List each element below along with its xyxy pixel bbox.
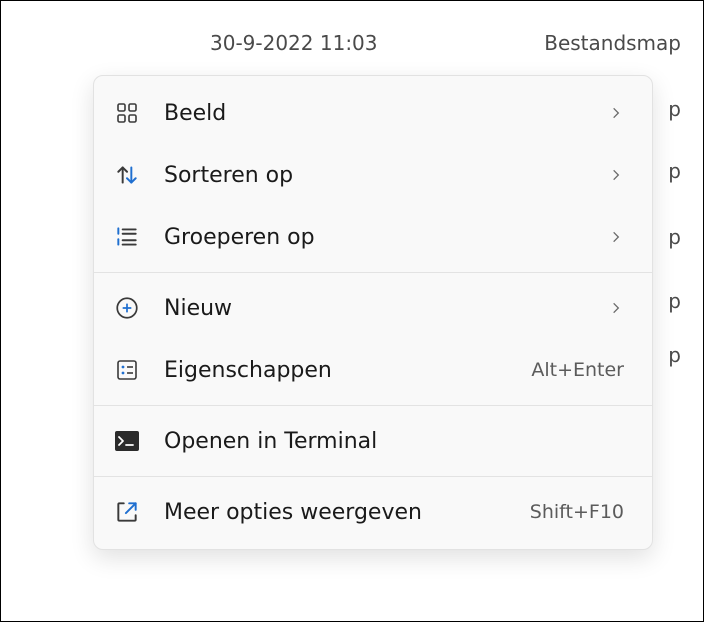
chevron-right-icon xyxy=(604,106,628,120)
menu-item-view[interactable]: Beeld xyxy=(94,82,652,144)
menu-label: Sorteren op xyxy=(164,163,604,188)
more-options-icon xyxy=(112,497,142,527)
menu-label: Openen in Terminal xyxy=(164,429,628,454)
menu-shortcut: Shift+F10 xyxy=(530,501,624,523)
plus-circle-icon xyxy=(112,293,142,323)
file-type-partial: p xyxy=(668,97,681,121)
menu-item-new[interactable]: Nieuw xyxy=(94,277,652,339)
sort-icon xyxy=(112,160,142,190)
menu-label: Eigenschappen xyxy=(164,358,531,383)
context-menu: Beeld Sorteren op xyxy=(93,75,653,550)
menu-separator xyxy=(94,405,652,406)
menu-separator xyxy=(94,272,652,273)
properties-icon xyxy=(112,355,142,385)
terminal-icon xyxy=(112,426,142,456)
menu-label: Meer opties weergeven xyxy=(164,500,530,525)
file-type-partial: p xyxy=(668,289,681,313)
file-type-partial: p xyxy=(668,225,681,249)
file-type: Bestandsmap xyxy=(544,31,681,55)
menu-item-terminal[interactable]: Openen in Terminal xyxy=(94,410,652,472)
group-icon xyxy=(112,222,142,252)
menu-item-more-options[interactable]: Meer opties weergeven Shift+F10 xyxy=(94,481,652,543)
chevron-right-icon xyxy=(604,168,628,182)
view-icon xyxy=(112,98,142,128)
chevron-right-icon xyxy=(604,230,628,244)
menu-separator xyxy=(94,476,652,477)
menu-item-sort[interactable]: Sorteren op xyxy=(94,144,652,206)
file-type-partial: p xyxy=(668,343,681,367)
menu-item-properties[interactable]: Eigenschappen Alt+Enter xyxy=(94,339,652,401)
menu-item-group[interactable]: Groeperen op xyxy=(94,206,652,268)
menu-label: Groeperen op xyxy=(164,225,604,250)
file-type-partial: p xyxy=(668,159,681,183)
menu-label: Beeld xyxy=(164,101,604,126)
chevron-right-icon xyxy=(604,301,628,315)
file-date: 30-9-2022 11:03 xyxy=(210,31,378,55)
menu-shortcut: Alt+Enter xyxy=(531,359,624,381)
menu-label: Nieuw xyxy=(164,296,604,321)
